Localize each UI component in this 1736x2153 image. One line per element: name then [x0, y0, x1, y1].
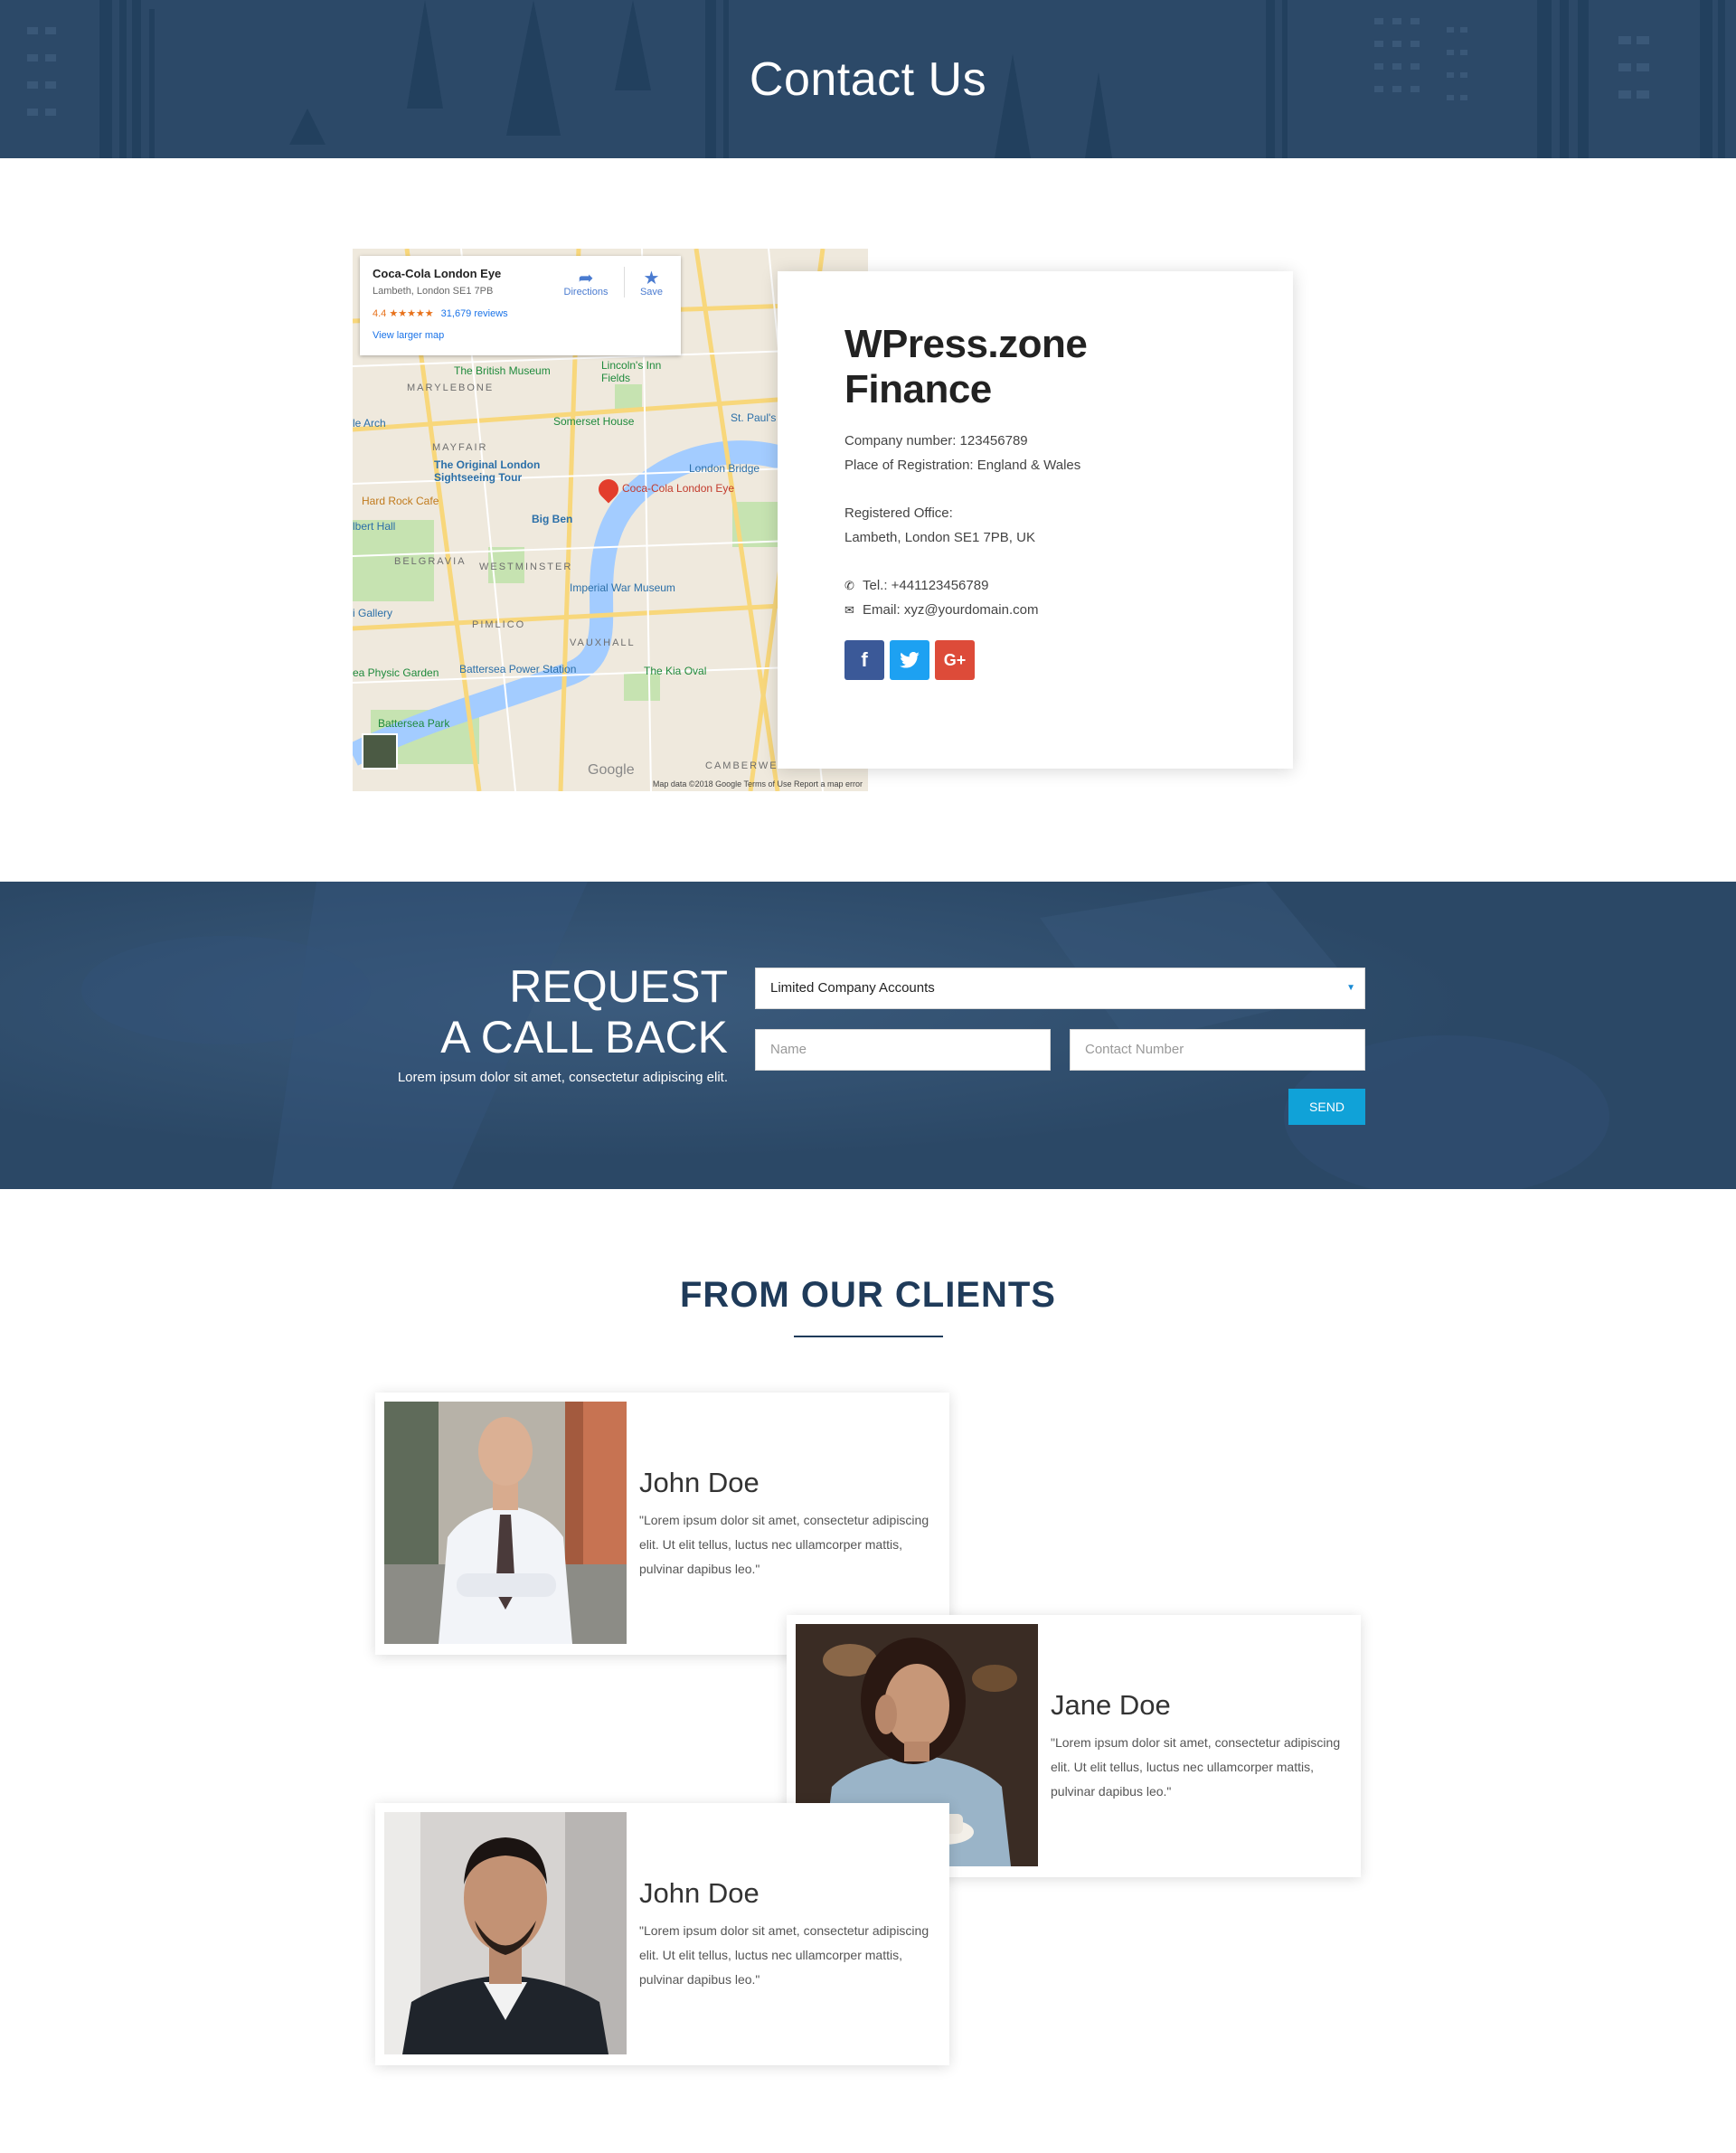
- client-name: John Doe: [639, 1876, 760, 1909]
- phone-line: ✆ Tel.: +441123456789: [844, 573, 1226, 598]
- map-info-popup: Coca-Cola London Eye Lambeth, London SE1…: [360, 256, 681, 355]
- envelope-icon: ✉: [844, 603, 854, 617]
- satellite-toggle[interactable]: [362, 733, 398, 770]
- map-label: Lincoln's Inn Fields: [601, 359, 662, 384]
- map-label: The Original London Sightseeing Tour: [434, 458, 541, 484]
- page-title: Contact Us: [749, 53, 987, 106]
- map-label: Coca-Cola London Eye: [622, 482, 735, 495]
- service-select[interactable]: Limited Company Accounts ▼: [755, 968, 1365, 1009]
- testimonial-card: John Doe "Lorem ipsum dolor sit amet, co…: [375, 1803, 949, 2065]
- map-label: BELGRAVIA: [394, 556, 467, 567]
- client-name: Jane Doe: [1051, 1688, 1171, 1721]
- company-number: Company number: 123456789: [844, 433, 1028, 449]
- testimonial-body: Jane Doe "Lorem ipsum dolor sit amet, co…: [1051, 1615, 1352, 1877]
- star-icon: ★: [643, 269, 660, 288]
- map-label: Hard Rock Cafe: [362, 495, 439, 507]
- client-quote: "Lorem ipsum dolor sit amet, consectetur…: [639, 1922, 929, 1987]
- rating-stars: 4.4 ★★★★★: [373, 308, 434, 319]
- send-button[interactable]: SEND: [1288, 1089, 1365, 1125]
- twitter-icon[interactable]: [890, 640, 929, 680]
- company-info-card: WPress.zone Finance Company number: 1234…: [778, 271, 1293, 769]
- request-callback-section: REQUEST A CALL BACK Lorem ipsum dolor si…: [0, 882, 1736, 1189]
- map-attribution[interactable]: Map data ©2018 Google Terms of Use Repor…: [353, 777, 868, 791]
- directions-button[interactable]: ➦ Directions: [559, 267, 613, 297]
- registered-office-label: Registered Office:: [844, 505, 953, 521]
- map-label: Battersea Power Station: [459, 663, 577, 675]
- social-links: f G+: [844, 640, 1226, 680]
- map-label: CAMBERWE: [705, 760, 778, 771]
- email-address[interactable]: Email: xyz@yourdomain.com: [863, 598, 1038, 622]
- map-label: Somerset House: [553, 415, 635, 428]
- phone-icon: ✆: [844, 579, 854, 592]
- map-label: VAUXHALL: [570, 637, 636, 648]
- save-place-button[interactable]: ★ Save: [624, 267, 678, 297]
- hero-banner: Contact Us: [0, 0, 1736, 158]
- company-name: WPress.zone Finance: [844, 322, 1088, 411]
- map-label: ea Physic Garden: [353, 666, 439, 679]
- client-photo: [384, 1812, 627, 2054]
- map-label: MARYLEBONE: [407, 382, 495, 393]
- map-label: The Kia Oval: [644, 665, 707, 677]
- chevron-down-icon: ▼: [1346, 983, 1355, 993]
- directions-icon: ➦: [578, 269, 594, 288]
- directions-label: Directions: [563, 287, 609, 297]
- registration-place: Place of Registration: England & Wales: [844, 458, 1081, 473]
- client-name: John Doe: [639, 1466, 760, 1498]
- phone-number[interactable]: Tel.: +441123456789: [863, 573, 988, 598]
- reviews-link[interactable]: 31,679 reviews: [441, 308, 508, 319]
- google-plus-icon[interactable]: G+: [935, 640, 975, 680]
- title-divider: [794, 1336, 943, 1337]
- map-label: lbert Hall: [353, 520, 396, 533]
- map-label: London Bridge: [689, 462, 760, 475]
- contact-number-input[interactable]: Contact Number: [1070, 1029, 1365, 1071]
- callback-description: Lorem ipsum dolor sit amet, consectetur …: [397, 1070, 728, 1085]
- view-larger-map-link[interactable]: View larger map: [373, 330, 668, 341]
- clients-section-title: FROM OUR CLIENTS: [680, 1275, 1056, 1315]
- save-label: Save: [639, 287, 664, 297]
- map-label: Big Ben: [532, 513, 573, 525]
- email-line: ✉ Email: xyz@yourdomain.com: [844, 598, 1226, 622]
- map-label: PIMLICO: [472, 619, 526, 630]
- map-label: The British Museum: [454, 364, 551, 377]
- callback-heading-line2: A CALL BACK: [440, 1012, 728, 1062]
- client-photo: [384, 1402, 627, 1644]
- client-quote: "Lorem ipsum dolor sit amet, consectetur…: [639, 1512, 929, 1576]
- map-label: WESTMINSTER: [479, 562, 573, 572]
- map-label: le Arch: [353, 417, 386, 430]
- map-label: MAYFAIR: [432, 442, 488, 453]
- service-select-value: Limited Company Accounts: [770, 980, 935, 996]
- map-label: i Gallery: [353, 607, 393, 619]
- testimonial-body: John Doe "Lorem ipsum dolor sit amet, co…: [639, 1803, 940, 2065]
- map-label: Imperial War Museum: [570, 581, 675, 594]
- callback-heading-line1: REQUEST: [509, 961, 728, 1012]
- callback-heading: REQUEST A CALL BACK: [440, 961, 728, 1062]
- map-label: Battersea Park: [378, 717, 450, 730]
- map-label: St. Paul's: [731, 411, 777, 424]
- place-rating: 4.4 ★★★★★ 31,679 reviews: [373, 307, 668, 319]
- client-quote: "Lorem ipsum dolor sit amet, consectetur…: [1051, 1734, 1341, 1799]
- registered-office-address: Lambeth, London SE1 7PB, UK: [844, 530, 1035, 545]
- name-input[interactable]: Name: [755, 1029, 1051, 1071]
- facebook-icon[interactable]: f: [844, 640, 884, 680]
